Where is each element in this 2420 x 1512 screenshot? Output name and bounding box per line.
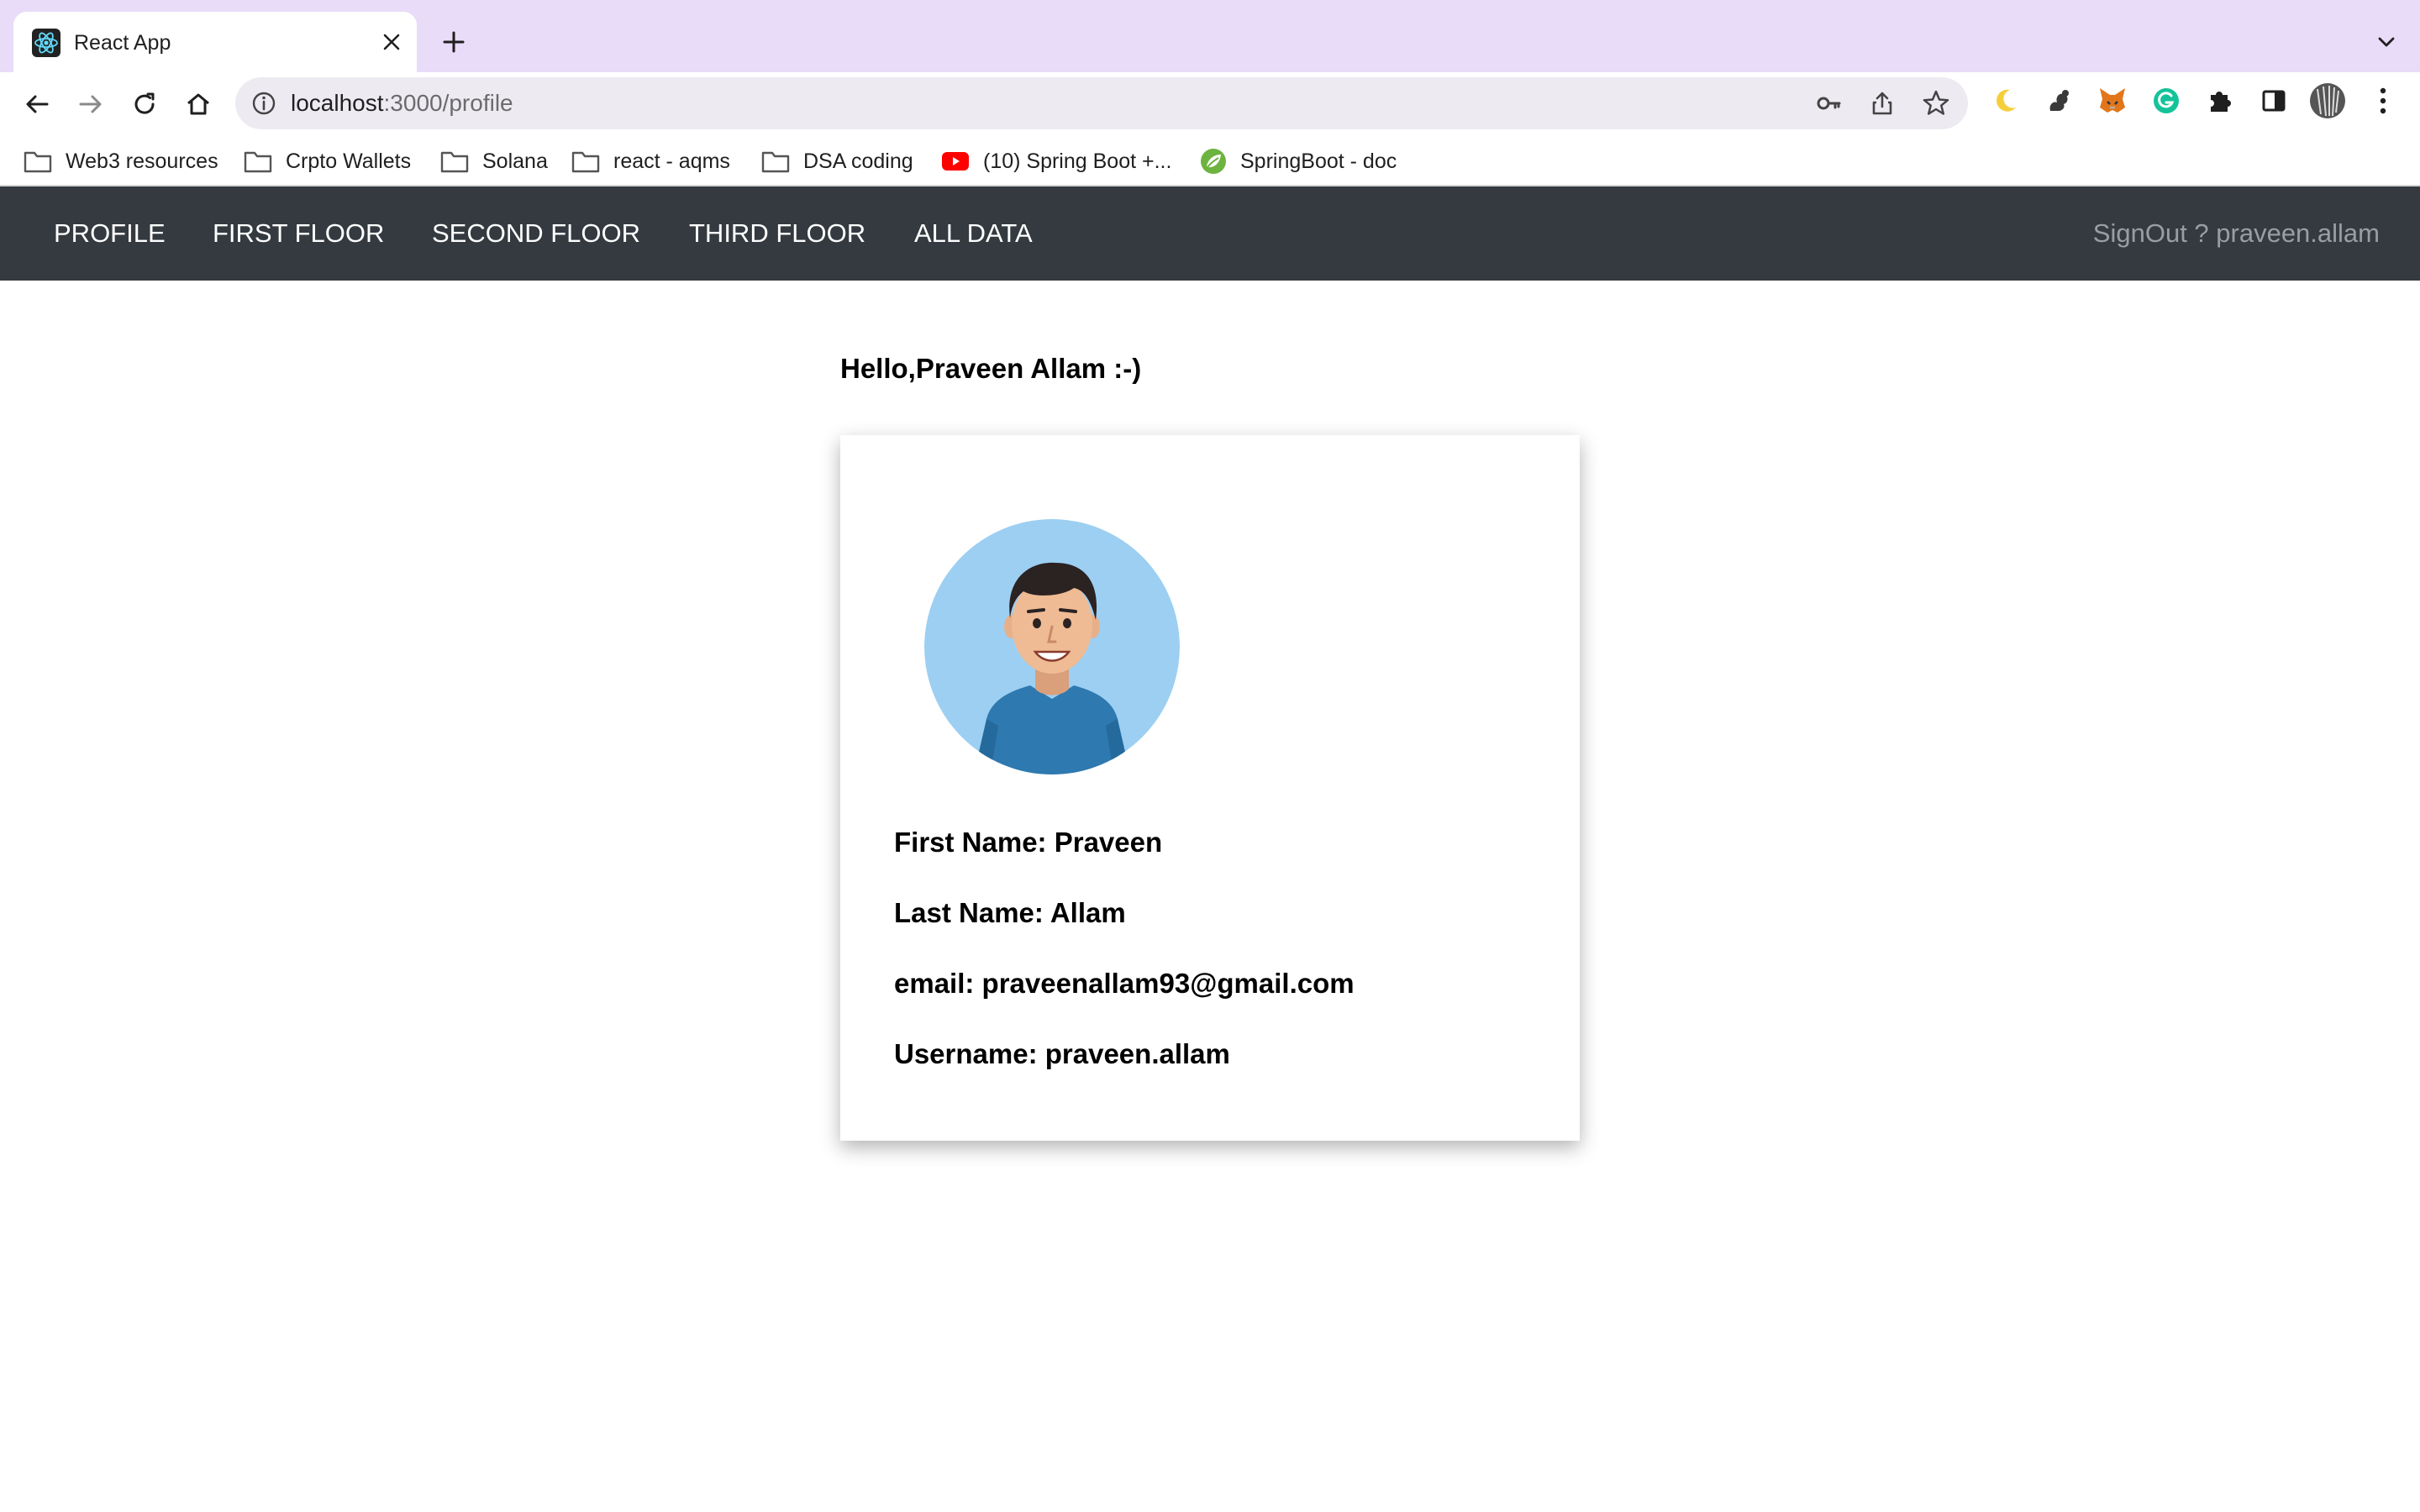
nav-link-first-floor[interactable]: FIRST FLOOR xyxy=(213,217,384,250)
chrome-menu-kebab-icon[interactable] xyxy=(2365,82,2402,119)
youtube-icon xyxy=(942,152,969,171)
bookmark-springboot-doc[interactable]: SpringBoot - doc xyxy=(1200,144,1397,178)
browser-toolbar: localhost:3000/profile Web3 resources Cr… xyxy=(0,72,2420,202)
greeting-heading: Hello,Praveen Allam :-) xyxy=(840,353,1142,384)
grammarly-icon[interactable] xyxy=(2148,82,2185,119)
spring-icon xyxy=(1201,149,1226,174)
bookmark-star-icon[interactable] xyxy=(1921,88,1951,118)
squirrel-extension-icon[interactable] xyxy=(2040,82,2077,119)
share-icon[interactable] xyxy=(1867,88,1897,118)
key-icon[interactable] xyxy=(1813,88,1844,118)
folder-icon xyxy=(571,151,600,173)
new-tab-plus-icon[interactable] xyxy=(437,25,471,59)
first-name-field: First Name: Praveen xyxy=(894,827,1163,858)
bookmark-spring-boot-youtube[interactable]: (10) Spring Boot +... xyxy=(941,144,1171,178)
signout-link[interactable]: SignOut ? praveen.allam xyxy=(2093,217,2380,250)
nav-link-all-data[interactable]: ALL DATA xyxy=(914,217,1033,250)
react-favicon-icon xyxy=(32,29,60,57)
bookmark-react-aqms[interactable]: react - aqms xyxy=(571,144,730,178)
reload-icon[interactable] xyxy=(123,82,166,126)
browser-tab-strip: React App xyxy=(0,0,2420,72)
bookmark-label: Crpto Wallets xyxy=(286,149,412,173)
folder-icon xyxy=(440,151,469,173)
address-bar[interactable]: localhost:3000/profile xyxy=(235,77,1968,129)
moon-extension-icon[interactable] xyxy=(1986,82,2023,119)
metamask-fox-icon[interactable] xyxy=(2094,82,2131,119)
tab-title: React App xyxy=(74,31,171,55)
nav-link-second-floor[interactable]: SECOND FLOOR xyxy=(432,217,640,250)
username-field: Username: praveen.allam xyxy=(894,1038,1230,1069)
bookmark-crpto-wallets[interactable]: Crpto Wallets xyxy=(244,144,411,178)
url-text: localhost:3000/profile xyxy=(291,89,513,118)
bookmark-label: Web3 resources xyxy=(66,149,218,173)
profile-card: First Name: Praveen Last Name: Allam ema… xyxy=(840,435,1580,1141)
folder-icon xyxy=(244,151,272,173)
nav-link-profile[interactable]: PROFILE xyxy=(54,217,166,250)
side-panel-icon[interactable] xyxy=(2255,82,2292,119)
bookmark-label: react - aqms xyxy=(613,149,730,173)
folder-icon xyxy=(761,151,790,173)
email-field: email: praveenallam93@gmail.com xyxy=(894,968,1355,999)
url-host: localhost xyxy=(291,90,384,116)
bookmark-label: (10) Spring Boot +... xyxy=(983,149,1172,173)
forward-arrow-icon[interactable] xyxy=(69,82,113,126)
bookmark-label: DSA coding xyxy=(803,149,913,173)
home-icon[interactable] xyxy=(176,82,220,126)
bookmarks-bar: Web3 resources Crpto Wallets Solana reac… xyxy=(0,136,2420,186)
bookmark-web3-resources[interactable]: Web3 resources xyxy=(24,144,218,178)
extensions-puzzle-icon[interactable] xyxy=(2202,82,2238,119)
bookmark-label: SpringBoot - doc xyxy=(1240,149,1397,173)
app-navbar: PROFILE FIRST FLOOR SECOND FLOOR THIRD F… xyxy=(0,186,2420,281)
folder-icon xyxy=(24,151,52,173)
user-avatar xyxy=(924,519,1180,774)
bookmark-label: Solana xyxy=(482,149,548,173)
bookmark-solana[interactable]: Solana xyxy=(440,144,548,178)
profile-avatar-icon[interactable] xyxy=(2309,82,2346,119)
back-arrow-icon[interactable] xyxy=(15,82,59,126)
last-name-field: Last Name: Allam xyxy=(894,897,1126,928)
url-path: :3000/profile xyxy=(383,90,513,116)
bookmark-dsa-coding[interactable]: DSA coding xyxy=(761,144,913,178)
close-tab-icon[interactable] xyxy=(375,25,408,59)
tab-search-chevron-icon[interactable] xyxy=(2370,25,2403,59)
site-info-icon[interactable] xyxy=(250,90,277,117)
nav-link-third-floor[interactable]: THIRD FLOOR xyxy=(689,217,865,250)
browser-tab[interactable]: React App xyxy=(13,12,417,72)
